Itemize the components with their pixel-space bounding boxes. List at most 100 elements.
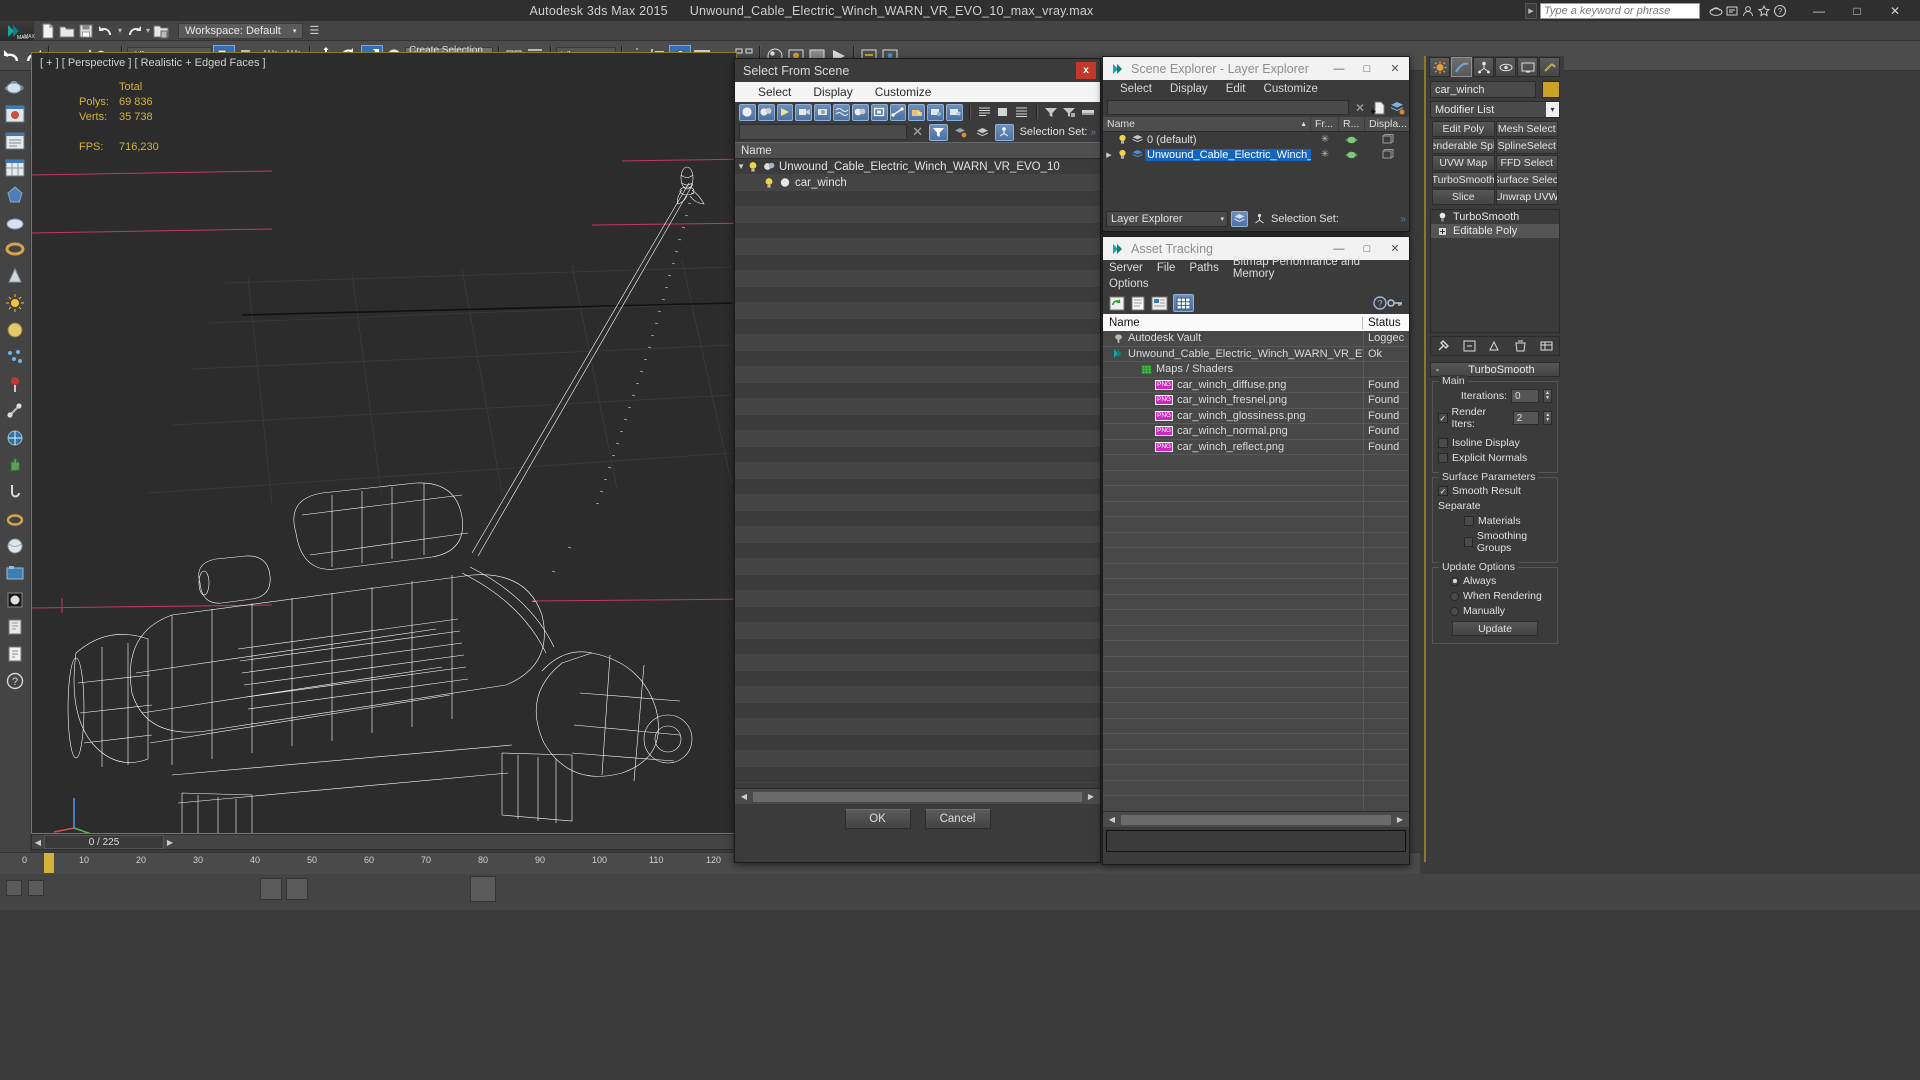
auto-key-button[interactable] (470, 876, 496, 902)
toolbar-overflow-chevron[interactable]: » (1090, 127, 1096, 138)
asset-row[interactable]: Autodesk Vault Loggec (1103, 331, 1409, 347)
scene-explorer-minimize[interactable]: — (1325, 57, 1353, 80)
helper-icon[interactable] (3, 426, 27, 450)
filter-funnel-icon[interactable] (1042, 104, 1059, 121)
explorer-mode-arrow[interactable]: ▾ (1220, 215, 1224, 223)
scene-search-input[interactable] (739, 124, 907, 140)
info-center-icons[interactable]: ? (1709, 4, 1787, 18)
save-icon[interactable] (78, 23, 94, 39)
scene-explorer-menubar[interactable]: Select Display Edit Customize (1103, 80, 1409, 98)
open-file-icon[interactable] (59, 23, 75, 39)
select-from-scene-titlebar[interactable]: Select From Scene x (735, 59, 1100, 82)
asset-row[interactable]: PNG car_winch_reflect.png Found (1103, 439, 1409, 455)
separate-materials-checkbox[interactable] (1464, 516, 1474, 526)
scene-explorer-overflow-chevron[interactable]: » (1400, 214, 1406, 225)
lightbulb-icon[interactable] (1435, 212, 1449, 223)
rollout-collapse-icon[interactable]: - (1431, 364, 1444, 376)
at-menu-paths[interactable]: Paths (1189, 262, 1218, 274)
project-folder-icon[interactable] (153, 23, 170, 39)
layer-col-render[interactable]: R... (1339, 117, 1365, 131)
se-menu-customize[interactable]: Customize (1255, 83, 1327, 95)
filter-groups-icon[interactable] (851, 103, 869, 121)
modifier-list-arrow[interactable]: ▾ (1546, 102, 1559, 117)
timeline-prev-arrow[interactable]: ◀ (32, 838, 44, 847)
explorer-mode-combo[interactable]: Layer Explorer ▾ (1106, 211, 1228, 227)
show-end-result-icon[interactable] (1462, 339, 1477, 353)
modifier-stack-item[interactable]: TurboSmooth (1431, 210, 1559, 224)
modifier-button[interactable]: Renderable Splin (1432, 138, 1495, 154)
modifier-list-combo[interactable]: Modifier List ▾ (1430, 101, 1560, 118)
perspective-viewport[interactable]: [ + ] [ Perspective ] [ Realistic + Edge… (31, 52, 737, 834)
filter-children-icon[interactable] (927, 103, 945, 121)
minimize-button[interactable]: — (1800, 0, 1838, 21)
layer-columns-header[interactable]: Name ▲ Fr... R... Displa... (1103, 117, 1409, 132)
asset-hscroll-thumb[interactable] (1121, 814, 1391, 825)
at-menu-server[interactable]: Server (1109, 262, 1143, 274)
close-button[interactable]: ✕ (1876, 0, 1914, 21)
search-expand-arrow[interactable]: ▶ (1525, 2, 1537, 19)
iterations-spinner[interactable]: ▲ ▼ (1543, 389, 1552, 403)
workspace-selector[interactable]: Workspace: Default ▾ (178, 22, 304, 39)
sphere3-icon[interactable] (3, 534, 27, 558)
se-menu-display[interactable]: Display (1161, 83, 1217, 95)
pin-toolbar-icon[interactable] (1080, 104, 1097, 121)
modifier-stack-item[interactable]: Editable Poly (1431, 224, 1559, 238)
render-iters-checkbox[interactable]: ✓ (1438, 413, 1448, 423)
at-menu-bitmap[interactable]: Bitmap Performance and Memory (1233, 256, 1395, 280)
shapes-icon[interactable] (3, 183, 27, 207)
modifier-button[interactable]: FFD Select (1495, 155, 1558, 171)
status-lock-icon[interactable] (6, 880, 22, 896)
utilities-tab[interactable] (1539, 57, 1560, 77)
selection-set-icon[interactable] (994, 123, 1014, 141)
snapshot-icon[interactable] (3, 561, 27, 585)
iterations-field[interactable]: 0 (1511, 389, 1539, 403)
color-icon[interactable] (3, 588, 27, 612)
remove-modifier-icon[interactable] (1513, 339, 1528, 353)
redo-icon[interactable] (125, 23, 143, 39)
make-unique-icon[interactable] (1487, 339, 1502, 353)
scene-explorer-search-input[interactable] (1107, 100, 1349, 115)
cone-icon[interactable] (3, 264, 27, 288)
asset-row[interactable]: PNG car_winch_normal.png Found (1103, 424, 1409, 440)
modifier-button[interactable]: UVW Map (1432, 155, 1495, 171)
frozen-cell[interactable]: ✳ (1311, 134, 1339, 145)
refresh-icon[interactable] (1109, 296, 1125, 311)
layer-row[interactable]: 0 (default) ✳ (1103, 132, 1409, 147)
sphere2-icon[interactable] (3, 318, 27, 342)
playback-key-icon[interactable] (260, 878, 282, 900)
menu-select[interactable]: Select (747, 85, 802, 99)
delete-layer-icon[interactable] (1390, 101, 1405, 115)
help-left-icon[interactable]: ? (3, 669, 27, 693)
hierarchy-tab[interactable] (1473, 57, 1494, 77)
modifier-button[interactable]: SplineSelect (1495, 138, 1558, 154)
pin-stack-icon[interactable] (1436, 339, 1451, 353)
lightbulb-icon[interactable] (1115, 134, 1129, 145)
hook-icon[interactable] (3, 480, 27, 504)
notes-icon[interactable] (3, 642, 27, 666)
hand-icon[interactable] (3, 453, 27, 477)
layer-row[interactable]: ▶ Unwound_Cable_Electric_Winch_WAR...✳ (1103, 147, 1409, 162)
search-filter-toggle-icon[interactable] (928, 123, 948, 141)
update-button[interactable]: Update (1452, 621, 1538, 636)
expand-arrow[interactable]: ▼ (735, 162, 745, 171)
render-iters-field[interactable]: 2 (1512, 411, 1540, 425)
new-layer-icon[interactable] (1371, 101, 1386, 115)
playback-filter-icon[interactable] (286, 878, 308, 900)
qat-overflow-icon[interactable]: ☰ (309, 24, 319, 37)
bone-icon[interactable] (3, 399, 27, 423)
menu-display[interactable]: Display (802, 85, 863, 99)
filter-influences-icon[interactable] (946, 103, 963, 121)
asset-list[interactable]: Autodesk Vault Loggec Unwound_Cable_Electr… (1103, 331, 1409, 811)
display-tab[interactable] (1517, 57, 1538, 77)
asset-col-name[interactable]: Name (1103, 316, 1363, 329)
scene-list-hscrollbar[interactable]: ◀ ▶ (735, 788, 1100, 804)
sort-filter-icon[interactable] (1061, 104, 1078, 121)
filter-helpers-icon[interactable] (814, 103, 832, 121)
book-icon[interactable] (3, 615, 27, 639)
asset-row[interactable]: PNG car_winch_diffuse.png Found (1103, 377, 1409, 393)
time-slider-handle[interactable] (44, 853, 54, 873)
lightbulb-icon[interactable] (745, 161, 760, 173)
torus-icon[interactable] (3, 237, 27, 261)
layer-list[interactable]: 0 (default) ✳ ▶ Unwound_Cable_Electric_Winc… (1103, 132, 1409, 209)
scene-list-item[interactable]: car_winch (735, 175, 1100, 191)
